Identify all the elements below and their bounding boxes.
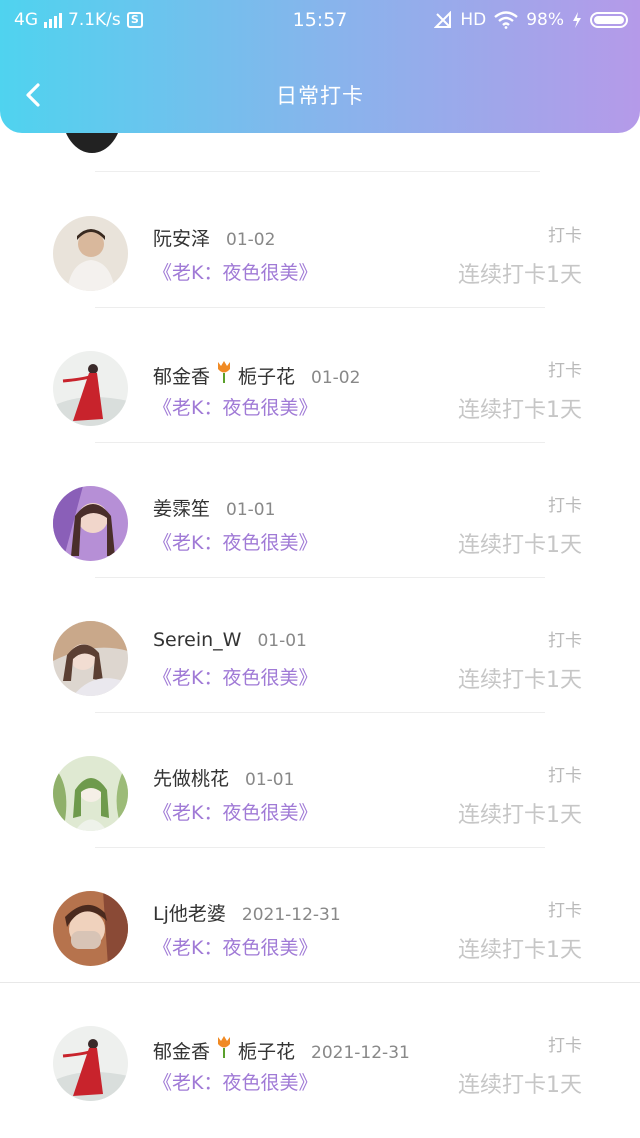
battery-percent: 98% <box>526 10 564 30</box>
list-item[interactable]: Serein_W 01-01 《老K：夜色很美》 打卡 连续打卡1天 <box>0 598 640 733</box>
streak-text: 连续打卡1天 <box>458 1073 582 1098</box>
divider <box>95 847 545 848</box>
mute-icon <box>434 11 452 28</box>
avatar[interactable] <box>53 891 128 966</box>
battery-icon <box>590 12 628 28</box>
checkin-date: 01-02 <box>226 230 276 250</box>
streak-text: 连续打卡1天 <box>458 398 582 423</box>
checkin-button[interactable]: 打卡 <box>548 1031 582 1056</box>
divider <box>95 442 545 443</box>
tulip-icon <box>218 1036 231 1058</box>
charging-icon <box>573 12 581 28</box>
divider <box>95 712 545 713</box>
checkin-button[interactable]: 打卡 <box>548 761 582 786</box>
user-name: Serein_W 01-01 <box>153 629 307 651</box>
status-right: HD 98% <box>434 10 628 30</box>
avatar[interactable] <box>53 351 128 426</box>
checkin-list[interactable]: 阮安泽 01-02 《老K：夜色很美》 打卡 连续打卡1天 郁金香 栀子花 01-02… <box>0 133 640 1138</box>
user-name: 郁金香 栀子花 2021-12-31 <box>153 1034 410 1064</box>
checkin-date: 01-02 <box>311 368 361 388</box>
book-link[interactable]: 《老K：夜色很美》 <box>153 258 317 285</box>
avatar[interactable] <box>53 486 128 561</box>
tulip-icon <box>218 361 231 383</box>
user-name: 阮安泽 01-02 <box>153 228 276 250</box>
checkin-button[interactable]: 打卡 <box>548 221 582 246</box>
user-name: Lj他老婆 2021-12-31 <box>153 903 341 925</box>
divider <box>95 307 545 308</box>
list-item[interactable]: 先做桃花 01-01 《老K：夜色很美》 打卡 连续打卡1天 <box>0 733 640 868</box>
divider <box>95 171 540 172</box>
streak-text: 连续打卡1天 <box>458 533 582 558</box>
list-item[interactable]: 姜霂笙 01-01 《老K：夜色很美》 打卡 连续打卡1天 <box>0 463 640 598</box>
book-link[interactable]: 《老K：夜色很美》 <box>153 933 317 960</box>
avatar[interactable] <box>53 756 128 831</box>
streak-text: 连续打卡1天 <box>458 263 582 288</box>
checkin-date: 01-01 <box>257 631 307 651</box>
divider <box>0 982 640 983</box>
wifi-icon <box>494 11 518 29</box>
top-header: 4G 7.1K/s S 15:57 HD 98% 日常打卡 <box>0 0 640 133</box>
book-link[interactable]: 《老K：夜色很美》 <box>153 393 317 420</box>
avatar[interactable] <box>53 621 128 696</box>
list-item[interactable]: 郁金香 栀子花 01-02 《老K：夜色很美》 打卡 连续打卡1天 <box>0 328 640 463</box>
checkin-date: 2021-12-31 <box>311 1043 410 1063</box>
streak-text: 连续打卡1天 <box>458 668 582 693</box>
checkin-button[interactable]: 打卡 <box>548 626 582 651</box>
list-item[interactable]: Lj他老婆 2021-12-31 《老K：夜色很美》 打卡 连续打卡1天 <box>0 868 640 1003</box>
avatar[interactable] <box>53 1026 128 1101</box>
checkin-date: 01-01 <box>245 770 295 790</box>
list-item[interactable]: 郁金香 栀子花 2021-12-31 《老K：夜色很美》 打卡 连续打卡1天 <box>0 1003 640 1138</box>
avatar[interactable] <box>53 216 128 291</box>
avatar-partial <box>62 133 122 153</box>
book-link[interactable]: 《老K：夜色很美》 <box>153 798 317 825</box>
status-bar: 4G 7.1K/s S 15:57 HD 98% <box>0 0 640 42</box>
checkin-date: 2021-12-31 <box>241 905 341 925</box>
book-link[interactable]: 《老K：夜色很美》 <box>153 663 317 690</box>
book-link[interactable]: 《老K：夜色很美》 <box>153 1068 317 1095</box>
checkin-button[interactable]: 打卡 <box>548 356 582 381</box>
streak-text: 连续打卡1天 <box>458 938 582 963</box>
user-name: 姜霂笙 01-01 <box>153 498 276 520</box>
divider <box>95 577 545 578</box>
checkin-button[interactable]: 打卡 <box>548 896 582 921</box>
user-name: 先做桃花 01-01 <box>153 768 295 790</box>
checkin-date: 01-01 <box>226 500 276 520</box>
page-title: 日常打卡 <box>276 84 364 108</box>
list-item[interactable]: 阮安泽 01-02 《老K：夜色很美》 打卡 连续打卡1天 <box>0 193 640 328</box>
hd-indicator: HD <box>460 10 487 30</box>
book-link[interactable]: 《老K：夜色很美》 <box>153 528 317 555</box>
user-name: 郁金香 栀子花 01-02 <box>153 359 360 389</box>
streak-text: 连续打卡1天 <box>458 803 582 828</box>
checkin-button[interactable]: 打卡 <box>548 491 582 516</box>
